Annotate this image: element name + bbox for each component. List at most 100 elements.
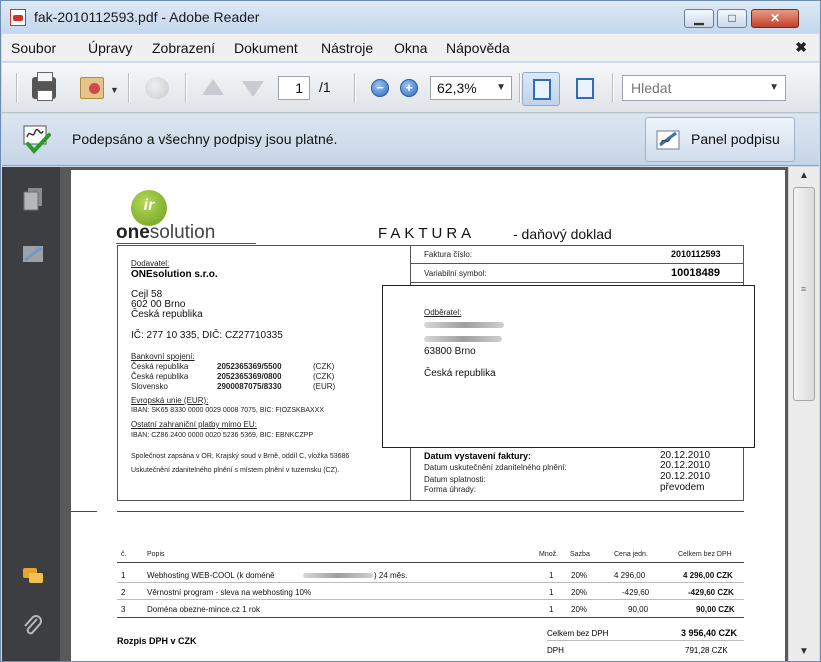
bank-label: Bankovní spojení: — [131, 352, 195, 361]
collaborate-icon[interactable] — [145, 77, 169, 99]
customer-country: Česká republika — [424, 368, 496, 379]
toolbar-separator — [185, 73, 186, 103]
payment-form: převodem — [660, 482, 705, 493]
menu-dokument[interactable]: Dokument — [234, 40, 298, 56]
item-total: 90,00 CZK — [696, 605, 735, 614]
pdf-file-icon — [10, 9, 26, 26]
print-icon[interactable] — [32, 72, 56, 101]
menu-bar: Soubor Úpravy Zobrazení Dokument Nástroj… — [2, 34, 819, 62]
chevron-down-icon[interactable]: ▼ — [769, 76, 779, 100]
vat-row-label: DPH — [547, 646, 564, 655]
toolbar-separator — [612, 73, 613, 103]
other-label: Ostatní zahraniční platby mimo EU: — [131, 420, 257, 429]
supplier-ids: IČ: 277 10 335, DIČ: CZ27710335 — [131, 330, 283, 341]
payment-form-label: Forma úhrady: — [424, 485, 477, 494]
title-bar: fak-2010112593.pdf - Adobe Reader ▁ □ ✕ — [1, 1, 820, 33]
section-divider — [117, 511, 744, 512]
due-date: 20.12.2010 — [660, 471, 711, 482]
due-date-label: Datum splatnosti: — [424, 475, 486, 484]
registry-note: Společnost zapsána v OR, Krajský soud v … — [131, 453, 350, 460]
comments-icon[interactable] — [22, 565, 44, 589]
menu-nastroje[interactable]: Nástroje — [321, 40, 373, 56]
bank-account: 2052365369/5500 — [217, 362, 282, 371]
signature-status-bar: Podepsáno a všechny podpisy jsou platné.… — [2, 114, 819, 166]
page-total: /1 — [319, 79, 331, 95]
share-dropdown-arrow[interactable]: ▼ — [110, 85, 119, 95]
toolbar: ▼ 1 /1 − + 62,3% ▼ Hledat ▼ — [2, 63, 819, 113]
page-number-input[interactable]: 1 — [278, 76, 310, 100]
customer-city: 63800 Brno — [424, 346, 476, 357]
pages-thumbnail-icon[interactable] — [22, 187, 44, 211]
col-qty-header: Množ. — [539, 551, 559, 558]
company-logo-text: onesolution — [116, 222, 216, 243]
item-unit: 90,00 — [628, 605, 649, 614]
toolbar-separator — [16, 73, 17, 103]
scroll-down-icon[interactable]: ▼ — [789, 643, 819, 661]
supplier-country: Česká republika — [131, 309, 203, 320]
zoom-in-icon[interactable]: + — [400, 79, 418, 97]
close-button[interactable]: ✕ — [751, 9, 799, 28]
redacted-customer-street — [424, 336, 502, 342]
toolbar-separator — [354, 73, 355, 103]
menu-soubor[interactable]: Soubor — [11, 40, 56, 56]
adobe-reader-window: fak-2010112593.pdf - Adobe Reader ▁ □ ✕ … — [0, 0, 821, 662]
item-qty: 1 — [549, 588, 554, 597]
next-page-icon[interactable] — [242, 81, 264, 97]
vat-row-value: 791,28 CZK — [685, 646, 728, 655]
menu-zobrazeni[interactable]: Zobrazení — [152, 40, 215, 56]
close-document-icon[interactable]: ✖ — [795, 39, 807, 56]
minimize-button[interactable]: ▁ — [684, 9, 714, 28]
menu-okna[interactable]: Okna — [394, 40, 427, 56]
item-desc: Doména obezne-mince.cz 1 rok — [147, 605, 260, 614]
row-divider — [117, 582, 744, 583]
bank-currency: (EUR) — [313, 382, 336, 391]
menu-upravy[interactable]: Úpravy — [88, 40, 132, 56]
scroll-up-icon[interactable]: ▲ — [789, 167, 819, 185]
invoice-title: FAKTURA — [378, 225, 476, 242]
bank-country: Slovensko — [131, 382, 168, 391]
scroll-thumb[interactable]: ≡ — [793, 187, 815, 401]
col-rate-header: Sazba — [570, 551, 590, 558]
bank-currency: (CZK) — [313, 372, 335, 381]
bank-country: Česká republika — [131, 372, 189, 381]
fit-page-icon — [576, 78, 594, 99]
search-input[interactable]: Hledat ▼ — [622, 75, 786, 101]
chevron-down-icon: ▼ — [496, 82, 506, 93]
attachments-icon[interactable] — [22, 615, 44, 639]
row-divider — [117, 599, 744, 600]
bank-account: 2052365369/0800 — [217, 372, 282, 381]
signatures-icon[interactable] — [22, 242, 44, 266]
item-desc: Věrnostní program - sleva na webhosting … — [147, 588, 312, 597]
share-email-icon[interactable] — [80, 77, 104, 99]
variable-symbol: 10018489 — [671, 267, 720, 279]
item-rate: 20% — [571, 588, 588, 597]
fit-width-button[interactable] — [522, 72, 560, 106]
fit-page-button[interactable] — [566, 72, 604, 106]
variable-symbol-label: Variabilní symbol: — [424, 269, 487, 278]
zoom-value: 62,3% — [437, 80, 477, 96]
row-divider — [410, 282, 744, 283]
invoice-subtitle: - daňový doklad — [513, 226, 612, 242]
logo-underline — [116, 243, 256, 244]
tax-date: 20.12.2010 — [660, 460, 711, 471]
previous-page-icon[interactable] — [202, 79, 224, 95]
signature-panel-label: Panel podpisu — [691, 131, 780, 147]
item-desc: Webhosting WEB-COOL (k doméně — [147, 571, 275, 580]
zoom-out-icon[interactable]: − — [371, 79, 389, 97]
item-rate: 20% — [571, 571, 588, 580]
signature-panel-button[interactable]: Panel podpisu — [645, 117, 795, 162]
supplier-name: ONEsolution s.r.o. — [131, 269, 218, 280]
customer-label: Odběratel: — [424, 308, 462, 317]
zoom-select[interactable]: 62,3% ▼ — [430, 76, 512, 100]
row-divider — [410, 263, 744, 264]
maximize-button[interactable]: □ — [717, 9, 747, 28]
invoice-number-label: Faktura číslo: — [424, 250, 473, 259]
signature-pen-icon — [656, 130, 680, 150]
document-view[interactable]: ir onesolution FAKTURA - daňový doklad D… — [60, 167, 788, 661]
vat-breakdown-title: Rozpis DPH v CZK — [117, 636, 197, 646]
item-num: 3 — [121, 605, 126, 614]
vertical-scrollbar[interactable]: ▲ ≡ ▼ — [788, 167, 819, 661]
menu-napoveda[interactable]: Nápověda — [446, 40, 510, 56]
signature-valid-icon — [23, 125, 51, 154]
col-desc-header: Popis — [147, 551, 165, 558]
